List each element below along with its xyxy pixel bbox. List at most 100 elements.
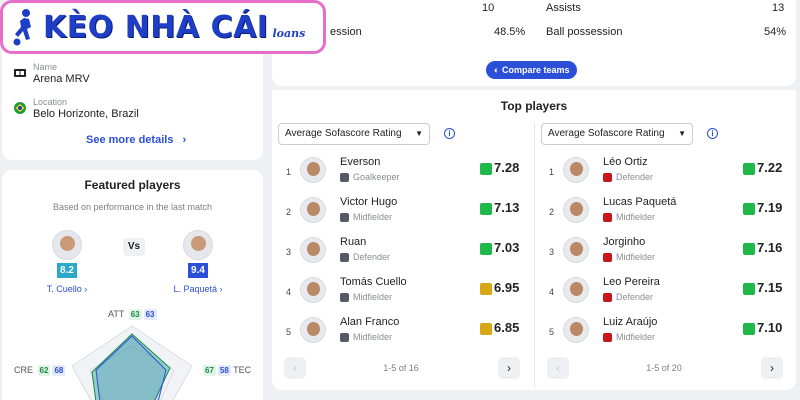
vs-label: Vs [123, 238, 145, 256]
stat-left-value: 10 [482, 2, 495, 14]
see-more-label: See more details [86, 134, 174, 146]
rating-color-box [743, 243, 755, 255]
player-name: Everson [340, 156, 381, 168]
player-row[interactable]: 5 Luiz Araújo Midfielder 7.10 [535, 313, 793, 353]
featured-player-left[interactable]: 8.2 T. Cuello › [42, 230, 92, 294]
featured-player-right[interactable]: 9.4 L. Paquetá › [173, 230, 223, 294]
caret-down-icon: ▼ [415, 129, 423, 138]
player-rating: 6.85 [494, 320, 520, 335]
player-rating: 7.28 [494, 160, 520, 175]
rating-select-home[interactable]: Average Sofascore Rating ▼ [278, 123, 430, 145]
player-name: Alan Franco [340, 316, 400, 328]
player-rating: 7.15 [757, 280, 783, 295]
rating-badge: 9.4 [188, 263, 208, 278]
player-photo [52, 230, 82, 260]
compare-icon: ◐ [494, 65, 500, 75]
player-photo [183, 230, 213, 260]
compare-teams-button[interactable]: ◐ Compare teams [486, 61, 578, 79]
assists-value: 13 [772, 2, 785, 14]
player-rating: 7.03 [494, 240, 520, 255]
top-players-away: Average Sofascore Rating ▼ i 1 Léo Ortiz D… [535, 123, 793, 390]
next-page-button[interactable]: › [498, 357, 520, 379]
player-row[interactable]: 4 Leo Pereira Defender 7.15 [535, 273, 793, 313]
player-rank: 2 [549, 207, 555, 217]
player-row[interactable]: 3 Ruan Defender 7.03 [272, 233, 530, 273]
compare-label: Compare teams [501, 65, 570, 75]
footballer-icon [13, 9, 31, 46]
player-rank: 4 [286, 287, 292, 297]
player-position: Midfielder [603, 332, 655, 342]
player-name: Léo Ortiz [603, 156, 648, 168]
rating-color-box [743, 323, 755, 335]
rating-select-away[interactable]: Average Sofascore Rating ▼ [541, 123, 693, 145]
player-name: Luiz Araújo [603, 316, 658, 328]
team-crest-icon [603, 172, 612, 182]
pagination-away: ‹ 1-5 of 20 › [535, 357, 793, 381]
venue-location-value: Belo Horizonte, Brazil [33, 108, 139, 120]
info-icon[interactable]: i [707, 128, 718, 139]
caret-down-icon: ▼ [678, 129, 686, 138]
pagination-home: ‹ 1-5 of 16 › [272, 357, 530, 381]
next-page-button[interactable]: › [761, 357, 783, 379]
player-row[interactable]: 2 Victor Hugo Midfielder 7.13 [272, 193, 530, 233]
player-row[interactable]: 1 Everson Goalkeeper 7.28 [272, 153, 530, 193]
top-players-card: Top players Average Sofascore Rating ▼ i… [272, 90, 796, 390]
player-row[interactable]: 5 Alan Franco Midfielder 6.85 [272, 313, 530, 353]
featured-subtitle: Based on performance in the last match [52, 202, 213, 212]
see-more-details-link[interactable]: See more details › [86, 134, 186, 146]
select-label: Average Sofascore Rating [548, 128, 665, 139]
possession-label: Ball possession [546, 26, 623, 38]
team-crest-icon [340, 252, 349, 262]
player-rank: 5 [286, 327, 292, 337]
team-crest-icon [603, 212, 612, 222]
select-label: Average Sofascore Rating [285, 128, 402, 139]
brand-title: KÈO NHÀ CÁI [43, 9, 269, 45]
player-name: Tomás Cuello [340, 276, 407, 288]
brazil-flag-icon [14, 102, 26, 114]
player-position: Defender [603, 292, 653, 302]
player-name: Lucas Paquetá [603, 196, 677, 208]
rating-color-box [480, 323, 492, 335]
player-rating: 6.95 [494, 280, 520, 295]
pagination-text: 1-5 of 16 [383, 363, 419, 373]
player-rank: 5 [549, 327, 555, 337]
player-row[interactable]: 3 Jorginho Midfielder 7.16 [535, 233, 793, 273]
player-rank: 1 [549, 167, 555, 177]
possession-left-value: 48.5% [494, 26, 526, 38]
venue-card: Name Arena MRV Location Belo Horizonte, … [2, 40, 263, 160]
team-crest-icon [340, 212, 349, 222]
player-rank: 1 [286, 167, 292, 177]
brand-badge: KÈO NHÀ CÁI loans [0, 0, 326, 54]
tec-stat: 67 58 TEC [203, 365, 252, 376]
player-rank: 4 [549, 287, 555, 297]
player-position: Midfielder [340, 332, 392, 342]
venue-name-label: Name [33, 62, 58, 72]
player-rating: 7.22 [757, 160, 783, 175]
assists-label: Assists [546, 2, 581, 14]
possession-left-label: ession [330, 26, 362, 38]
player-row[interactable]: 1 Léo Ortiz Defender 7.22 [535, 153, 793, 193]
featured-player-right-name: L. Paquetá › [173, 284, 223, 294]
attribute-radar-chart [71, 325, 193, 400]
top-players-title: Top players [500, 99, 568, 113]
possession-right-value: 54% [764, 26, 787, 38]
player-photo [300, 197, 326, 223]
player-name: Victor Hugo [340, 196, 398, 208]
player-row[interactable]: 2 Lucas Paquetá Midfielder 7.19 [535, 193, 793, 233]
player-row[interactable]: 4 Tomás Cuello Midfielder 6.95 [272, 273, 530, 313]
rating-color-box [480, 203, 492, 215]
att-stat: ATT 63 63 [108, 309, 157, 320]
team-crest-icon [340, 292, 349, 302]
chevron-right-icon: › [182, 134, 187, 146]
rating-color-box [743, 163, 755, 175]
player-position: Midfielder [340, 212, 392, 222]
player-photo [563, 157, 589, 183]
player-position: Goalkeeper [340, 172, 400, 182]
pagination-text: 1-5 of 20 [646, 363, 682, 373]
player-photo [300, 237, 326, 263]
player-rating: 7.16 [757, 240, 783, 255]
player-rating: 7.10 [757, 320, 783, 335]
venue-location-row: Location Belo Horizonte, Brazil [14, 97, 139, 120]
player-photo [300, 317, 326, 343]
info-icon[interactable]: i [444, 128, 455, 139]
